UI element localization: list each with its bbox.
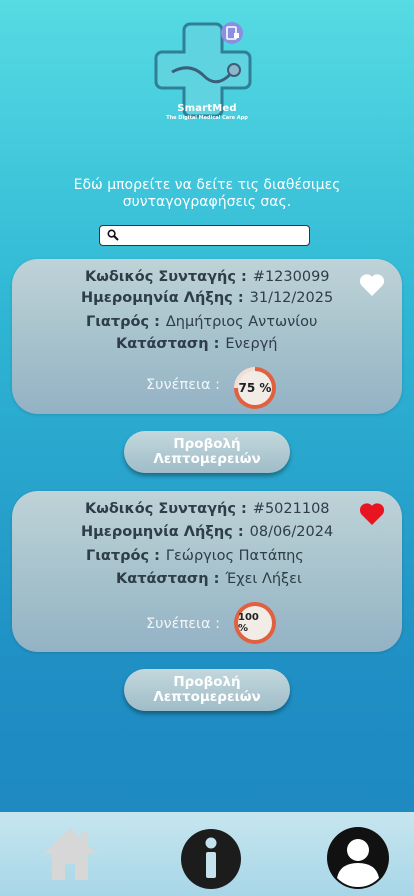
intro-text: Εδώ μπορείτε να δείτε τις διαθέσιμες συν… bbox=[73, 177, 341, 210]
user-icon[interactable] bbox=[326, 826, 390, 890]
status-row: Κατάσταση : Ενεργή bbox=[116, 336, 277, 352]
home-icon[interactable] bbox=[40, 824, 100, 882]
bottom-nav bbox=[0, 812, 414, 896]
app-name: SmartMed bbox=[177, 103, 237, 114]
code-row: Κωδικός Συνταγής : #5021108 bbox=[85, 501, 330, 517]
adherence-value: 75 % bbox=[238, 371, 272, 405]
doctor-label: Γιατρός : bbox=[86, 548, 160, 564]
status-label: Κατάσταση : bbox=[116, 336, 220, 352]
search-bar[interactable] bbox=[99, 225, 310, 246]
prescription-card: Κωδικός Συνταγής : #5021108 Ημερομηνία Λή… bbox=[12, 491, 402, 652]
search-input[interactable] bbox=[124, 228, 304, 243]
adherence-ring: 100 % bbox=[234, 602, 276, 644]
expiry-label: Ημερομηνία Λήξης : bbox=[81, 290, 244, 306]
code-label: Κωδικός Συνταγής : bbox=[85, 501, 247, 517]
favorite-heart-icon[interactable] bbox=[358, 501, 386, 527]
adherence-ring: 75 % bbox=[234, 367, 276, 409]
doctor-value: Δημήτριος Αντωνίου bbox=[165, 314, 318, 330]
doctor-label: Γιατρός : bbox=[86, 314, 160, 330]
search-icon bbox=[107, 229, 119, 241]
code-row: Κωδικός Συνταγής : #1230099 bbox=[85, 269, 330, 285]
info-icon[interactable] bbox=[180, 828, 242, 890]
code-label: Κωδικός Συνταγής : bbox=[85, 269, 247, 285]
adherence-label: Συνέπεια : bbox=[146, 616, 221, 632]
adherence-label: Συνέπεια : bbox=[146, 377, 221, 393]
adherence-value: 100 % bbox=[238, 606, 272, 640]
expiry-label: Ημερομηνία Λήξης : bbox=[81, 524, 244, 540]
status-value: Ενεργή bbox=[225, 336, 278, 352]
code-value: #5021108 bbox=[252, 501, 330, 517]
status-row: Κατάσταση : Έχει Λήξει bbox=[116, 571, 302, 587]
doctor-row: Γιατρός : Δημήτριος Αντωνίου bbox=[86, 314, 317, 330]
doctor-value: Γεώργιος Πατάπης bbox=[165, 548, 304, 564]
expiry-value: 08/06/2024 bbox=[249, 524, 334, 540]
prescription-card: Κωδικός Συνταγής : #1230099 Ημερομηνία Λή… bbox=[12, 259, 402, 414]
expiry-row: Ημερομηνία Λήξης : 31/12/2025 bbox=[81, 290, 333, 306]
view-details-button[interactable]: Προβολή Λεπτομερειών bbox=[124, 431, 290, 473]
view-details-button[interactable]: Προβολή Λεπτομερειών bbox=[124, 669, 290, 711]
expiry-row: Ημερομηνία Λήξης : 08/06/2024 bbox=[81, 524, 333, 540]
doctor-row: Γιατρός : Γεώργιος Πατάπης bbox=[86, 548, 304, 564]
app-tagline: The Digital Medical Care App bbox=[166, 115, 248, 121]
code-value: #1230099 bbox=[252, 269, 330, 285]
status-value: Έχει Λήξει bbox=[225, 571, 302, 587]
favorite-heart-icon[interactable] bbox=[358, 272, 386, 298]
status-label: Κατάσταση : bbox=[116, 571, 220, 587]
expiry-value: 31/12/2025 bbox=[249, 290, 334, 306]
